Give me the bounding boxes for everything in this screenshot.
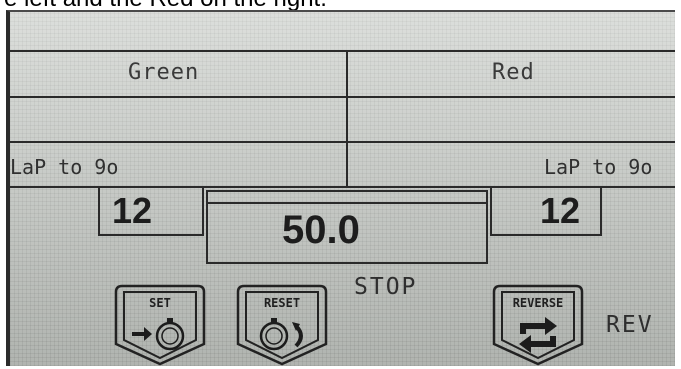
lap-to-go-red-label: LaP to 9o xyxy=(544,155,653,179)
lcd-screen: Green Red LaP to 9o LaP to 9o 12 12 50.0… xyxy=(6,10,675,366)
reverse-status: REV xyxy=(606,312,654,338)
lap-count-green-box: 12 xyxy=(98,186,204,236)
reverse-arrows-icon xyxy=(519,317,557,353)
timer-divider xyxy=(208,202,486,204)
reset-button-label: RESET xyxy=(263,296,301,310)
table-divider xyxy=(10,141,675,143)
table-divider xyxy=(10,50,675,52)
reverse-button[interactable]: REVERSE xyxy=(492,282,584,368)
set-button[interactable]: SET xyxy=(114,282,206,368)
timer-display: 50.0 xyxy=(206,190,488,264)
lane-red-label: Red xyxy=(492,60,535,85)
timer-status: STOP xyxy=(354,274,418,300)
lap-count-green: 12 xyxy=(112,190,153,231)
lane-divider xyxy=(346,50,348,188)
stopwatch-undo-icon xyxy=(259,318,303,351)
lap-count-red-box: 12 xyxy=(490,186,602,236)
set-button-label: SET xyxy=(149,296,171,310)
reset-button[interactable]: RESET xyxy=(236,282,328,368)
timer-value: 50.0 xyxy=(282,208,360,252)
lane-green-label: Green xyxy=(128,60,200,85)
reverse-button-label: REVERSE xyxy=(512,296,564,310)
lap-count-red: 12 xyxy=(540,190,581,231)
table-divider xyxy=(10,96,675,98)
stopwatch-arrow-icon xyxy=(132,318,185,351)
lap-to-go-green-label: LaP to 9o xyxy=(10,155,119,179)
